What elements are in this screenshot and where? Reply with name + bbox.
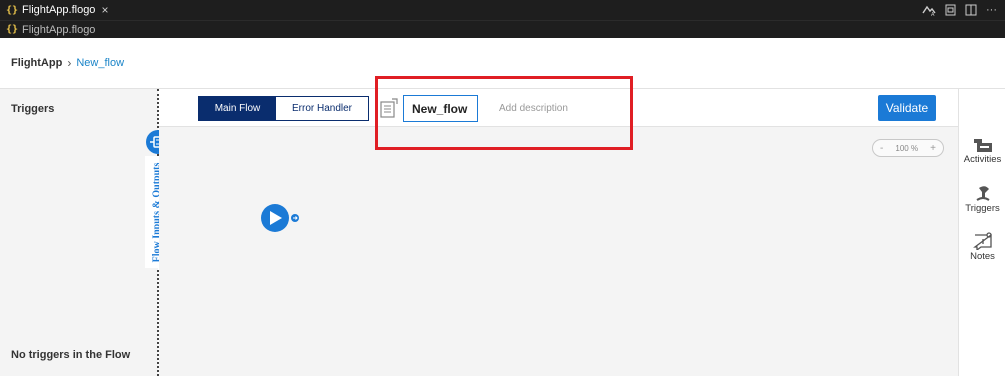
zoom-out-button[interactable]: - xyxy=(880,143,883,154)
palette-triggers-label: Triggers xyxy=(965,203,1000,214)
palette-notes-label: Notes xyxy=(970,251,995,262)
zoom-level: 100 % xyxy=(895,143,919,153)
triggers-icon xyxy=(975,186,990,201)
triggers-panel: Triggers No triggers in the Flow xyxy=(0,89,159,376)
editor-tab-bar: {} FlightApp.flogo × A ··· xyxy=(0,0,1005,20)
palette-activities[interactable]: Activities xyxy=(959,137,1005,165)
split-editor-icon[interactable]: A xyxy=(922,4,936,16)
highlight-box xyxy=(375,76,633,150)
json-file-icon: {} xyxy=(6,24,19,35)
svg-text:A: A xyxy=(931,12,935,16)
breadcrumb-app[interactable]: FlightApp xyxy=(11,57,62,69)
notes-icon xyxy=(972,232,992,250)
more-actions-icon[interactable]: ··· xyxy=(986,4,997,16)
chevron-right-icon: › xyxy=(67,56,72,70)
no-triggers-message: No triggers in the Flow xyxy=(11,349,131,361)
file-breadcrumb: {} FlightApp.flogo xyxy=(0,20,1005,38)
editor-actions: A ··· xyxy=(922,0,997,20)
editor-tab[interactable]: {} FlightApp.flogo × xyxy=(0,0,116,20)
flow-start-icon[interactable] xyxy=(260,202,300,234)
tab-error-handler[interactable]: Error Handler xyxy=(276,97,368,120)
file-path-label[interactable]: FlightApp.flogo xyxy=(22,24,95,36)
breadcrumb-flow: New_flow xyxy=(76,57,125,69)
flow-tab-group: Main Flow Error Handler xyxy=(198,96,369,121)
activities-icon xyxy=(973,139,992,152)
zoom-in-button[interactable]: + xyxy=(930,143,936,154)
palette-notes[interactable]: Notes xyxy=(959,232,1005,262)
palette-triggers[interactable]: Triggers xyxy=(959,184,1005,214)
editor-tab-label: FlightApp.flogo xyxy=(22,4,96,16)
zoom-control: - 100 % + xyxy=(872,139,944,157)
palette-activities-label: Activities xyxy=(963,154,1002,165)
layout-icon[interactable] xyxy=(965,4,977,16)
tab-main-flow[interactable]: Main Flow xyxy=(199,97,276,120)
json-file-icon: {} xyxy=(6,4,19,16)
triggers-title: Triggers xyxy=(11,103,55,115)
validate-button[interactable]: Validate xyxy=(878,95,936,121)
open-preview-icon[interactable] xyxy=(945,4,956,16)
right-palette: Activities Triggers Notes xyxy=(958,89,1005,376)
close-tab-icon[interactable]: × xyxy=(101,3,108,17)
